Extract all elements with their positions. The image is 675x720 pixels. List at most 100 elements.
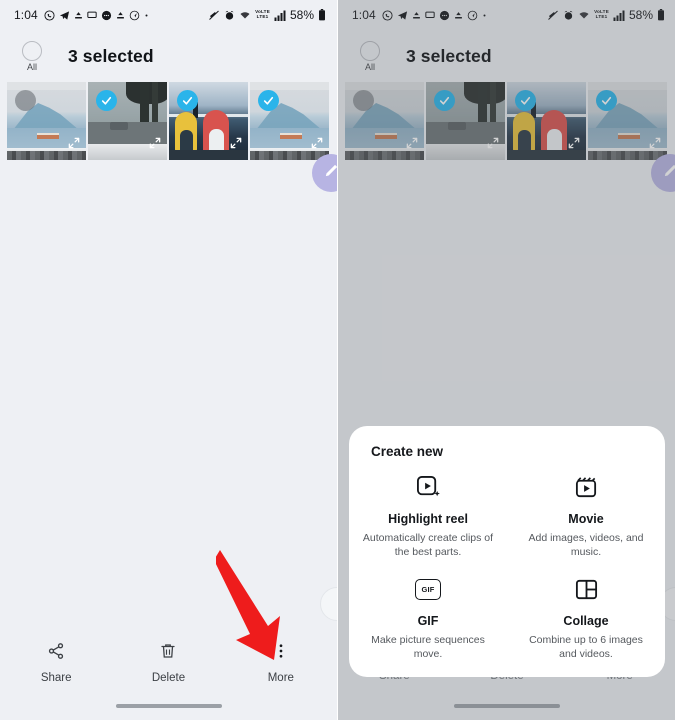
thumbnail-3[interactable]	[507, 82, 586, 160]
dot-icon	[144, 13, 149, 18]
edit-pencil-icon	[662, 162, 675, 184]
movie-clapperboard-icon	[574, 473, 599, 503]
more-label: More	[267, 672, 294, 684]
left-phone-panel: 1:04 VoLTE LTE1 58% All 3 selected Share…	[0, 0, 337, 720]
sheet-title: Create new	[371, 443, 444, 459]
share-icon	[47, 642, 65, 665]
message-icon	[87, 10, 97, 20]
upload-icon-2	[116, 11, 125, 20]
gif-icon: GIF	[415, 575, 441, 605]
status-bar-right: VoLTE LTE1 58%	[208, 8, 326, 22]
create-new-bottom-sheet: Create new Highlight reel Automatically …	[349, 425, 665, 677]
page-edge-circle	[320, 587, 337, 621]
select-all-button[interactable]: All	[14, 40, 50, 72]
status-bar-right: VoLTE LTE1 58%	[547, 8, 665, 22]
expand-icon[interactable]	[486, 136, 500, 155]
thumbnail-4[interactable]	[588, 82, 667, 160]
expand-icon[interactable]	[67, 136, 81, 155]
delete-button[interactable]: Delete	[112, 634, 224, 692]
battery-icon	[318, 9, 326, 21]
select-all-button[interactable]: All	[352, 40, 388, 72]
chat-icon	[439, 10, 450, 21]
upload-icon	[74, 11, 83, 20]
wifi-icon	[239, 9, 251, 21]
highlight-reel-label: Highlight reel	[388, 511, 468, 526]
select-all-circle-icon	[22, 40, 42, 61]
select-all-label: All	[364, 61, 375, 72]
movie-desc: Add images, videos, and music.	[528, 531, 644, 558]
selection-checkmark-icon[interactable]	[596, 90, 617, 111]
thumbnail-2[interactable]	[426, 82, 505, 160]
battery-percent: 58%	[289, 8, 314, 22]
upload-icon	[412, 11, 421, 20]
dot-icon	[482, 13, 487, 18]
expand-icon[interactable]	[648, 136, 662, 155]
gif-icon-text: GIF	[415, 579, 441, 601]
thumbnail-strip	[338, 82, 675, 160]
compass-icon	[129, 10, 140, 21]
selection-checkmark-icon[interactable]	[434, 90, 455, 111]
selected-count-label: 3 selected	[68, 45, 154, 66]
thumbnail-strip	[0, 82, 337, 160]
trash-icon	[159, 642, 177, 665]
compass-icon	[467, 10, 478, 21]
expand-icon[interactable]	[405, 136, 419, 155]
gif-desc: Make picture sequences move.	[371, 633, 485, 660]
collage-label: Collage	[563, 613, 609, 628]
collage-desc: Combine up to 6 images and videos.	[529, 633, 643, 660]
whatsapp-icon	[44, 9, 55, 21]
highlight-reel-icon	[416, 473, 441, 503]
share-button[interactable]: Share	[0, 634, 112, 692]
whatsapp-icon	[382, 9, 393, 21]
collage-option[interactable]: Collage Combine up to 6 images and video…	[507, 575, 665, 661]
edit-pencil-icon	[323, 162, 338, 184]
thumbnail-2[interactable]	[88, 82, 167, 160]
selection-circle-unchecked-icon[interactable]	[15, 90, 36, 111]
selection-checkmark-icon[interactable]	[515, 90, 536, 111]
share-label: Share	[40, 672, 72, 684]
nav-gesture-bar	[338, 692, 675, 720]
gesture-pill[interactable]	[454, 704, 560, 708]
telegram-icon	[397, 10, 408, 21]
select-all-label: All	[26, 61, 37, 72]
status-bar-left: 1:04	[352, 8, 487, 22]
status-bar-left: 1:04	[14, 8, 149, 22]
expand-icon[interactable]	[229, 136, 243, 155]
signal-icon	[274, 10, 286, 21]
highlight-reel-desc: Automatically create clips of the best p…	[362, 531, 494, 558]
selection-checkmark-icon[interactable]	[258, 90, 279, 111]
selection-circle-unchecked-icon[interactable]	[353, 90, 374, 111]
movie-option[interactable]: Movie Add images, videos, and music.	[507, 473, 665, 559]
gif-label: GIF	[417, 613, 439, 628]
gif-option[interactable]: GIF GIF Make picture sequences move.	[349, 575, 507, 661]
nav-gesture-bar	[0, 692, 337, 720]
expand-icon[interactable]	[567, 136, 581, 155]
chat-icon	[101, 10, 112, 21]
status-bar: 1:04 VoLTE LTE1 58%	[338, 0, 675, 30]
status-time: 1:04	[352, 8, 376, 22]
gesture-pill[interactable]	[115, 704, 222, 708]
delete-label: Delete	[151, 672, 186, 684]
movie-label: Movie	[568, 511, 604, 526]
selection-checkmark-icon[interactable]	[177, 90, 198, 111]
selection-header: All 3 selected	[0, 30, 337, 82]
thumbnail-4[interactable]	[250, 82, 329, 160]
mute-icon	[208, 9, 220, 21]
thumbnail-3[interactable]	[169, 82, 248, 160]
wifi-icon	[578, 9, 590, 21]
selection-header: All 3 selected	[338, 30, 675, 82]
alarm-icon	[224, 10, 235, 21]
upload-icon-2	[454, 11, 463, 20]
right-phone-panel: 1:04 VoLTE LTE1 58% All 3 selected Creat…	[338, 0, 675, 720]
thumbnail-1[interactable]	[7, 82, 86, 160]
edit-fab-button[interactable]	[651, 154, 675, 192]
expand-icon[interactable]	[148, 136, 162, 155]
volte-icon: VoLTE LTE1	[255, 9, 270, 19]
highlight-reel-option[interactable]: Highlight reel Automatically create clip…	[349, 473, 507, 559]
thumbnail-1[interactable]	[345, 82, 424, 160]
bottom-action-bar: Share Delete More	[0, 634, 337, 692]
edit-fab-button[interactable]	[312, 154, 337, 192]
volte-icon: VoLTE LTE1	[594, 9, 609, 19]
selection-checkmark-icon[interactable]	[96, 90, 117, 111]
expand-icon[interactable]	[310, 136, 324, 155]
